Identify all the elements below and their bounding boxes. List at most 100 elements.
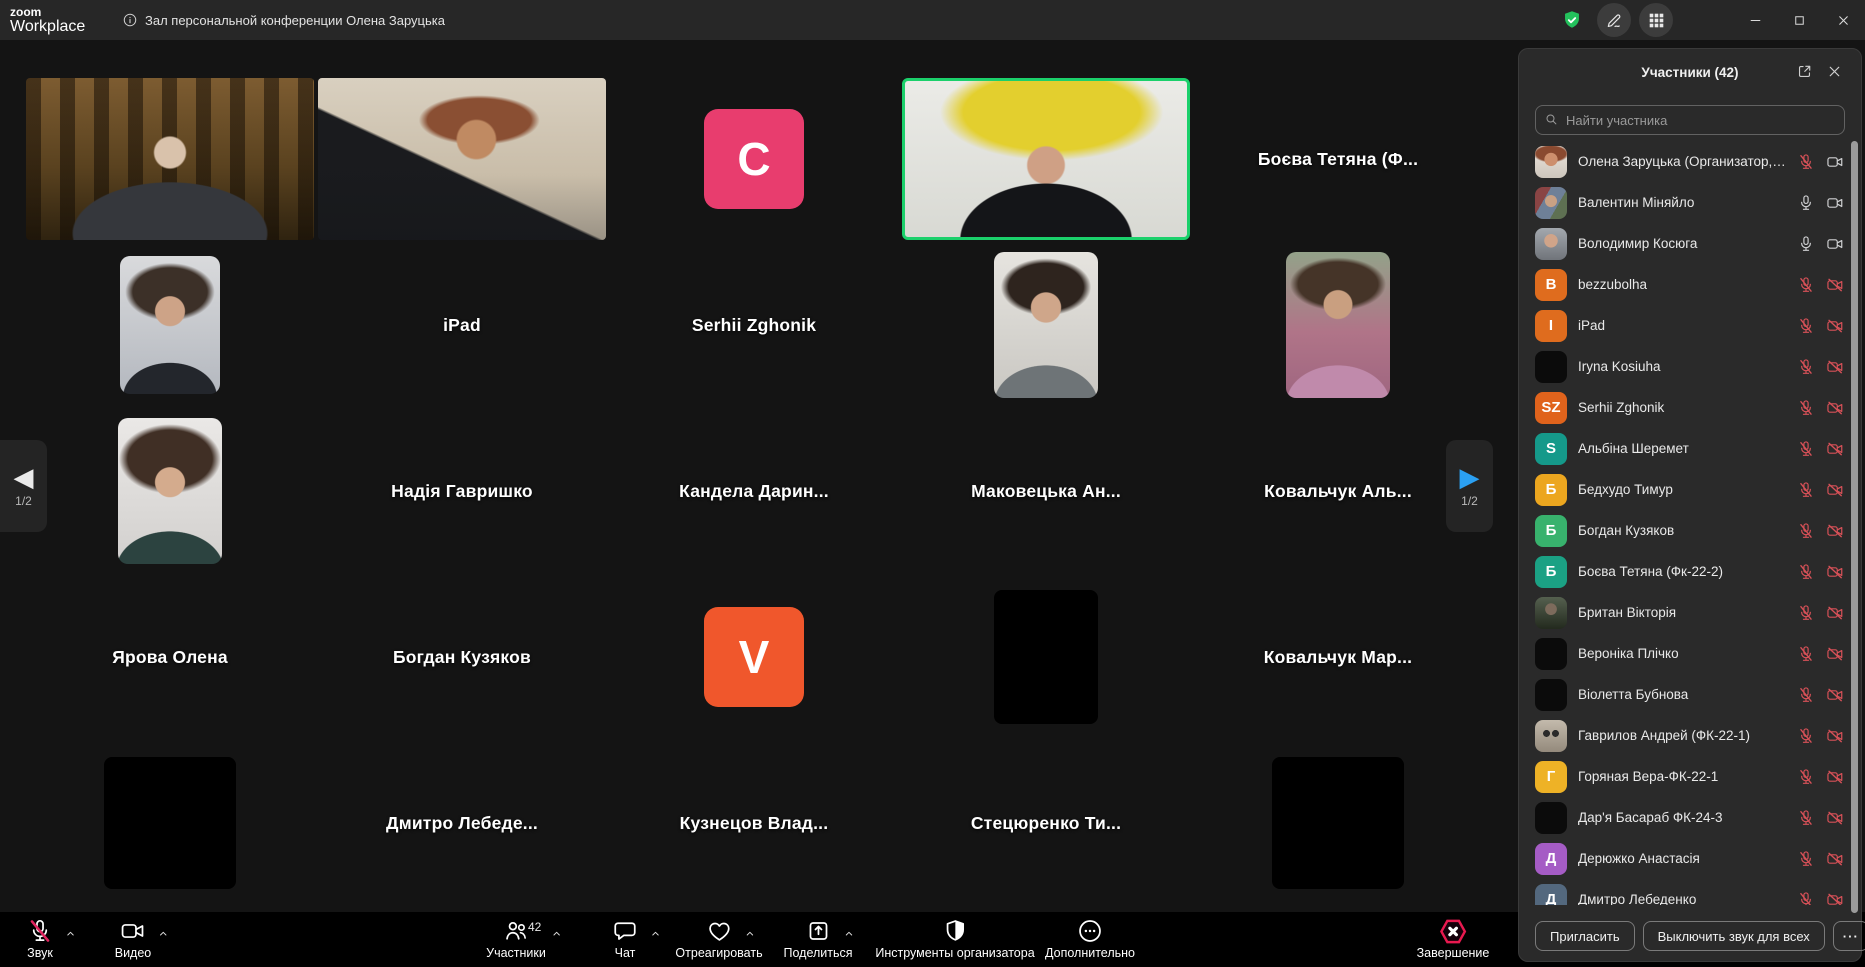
video-tile[interactable] (902, 244, 1190, 406)
participant-row[interactable]: Б Боєва Тетяна (Фк-22-2) (1519, 551, 1851, 592)
video-tile[interactable]: Ярова Олена (26, 576, 314, 738)
camera-status-icon (1825, 603, 1845, 623)
minimize-button[interactable] (1733, 0, 1777, 40)
logo-workplace: Workplace (10, 19, 85, 35)
participant-row[interactable]: Д Дерюжко Анастасія (1519, 838, 1851, 879)
video-tile[interactable]: V (610, 576, 898, 738)
video-tile[interactable]: Богдан Кузяков (318, 576, 606, 738)
participant-row[interactable]: Британ Вікторія (1519, 592, 1851, 633)
mic-status-icon (1796, 398, 1816, 418)
participant-row[interactable]: Гаврилов Андрей (ФК-22-1) (1519, 715, 1851, 756)
video-tile[interactable]: Кузнецов Влад... (610, 742, 898, 904)
maximize-button[interactable] (1777, 0, 1821, 40)
panel-scrollbar[interactable] (1851, 141, 1858, 913)
participant-row[interactable]: Iryna Kosiuha (1519, 346, 1851, 387)
profile-photo (118, 418, 222, 564)
video-tile[interactable]: Боєва Тетяна (Ф... (1194, 78, 1482, 240)
participants-icon (503, 918, 529, 944)
video-tile[interactable]: Serhii Zghonik (610, 244, 898, 406)
react-button[interactable]: Отреагировать (675, 917, 762, 960)
video-tile[interactable]: iPad (318, 244, 606, 406)
next-page-button[interactable]: ▶ 1/2 (1446, 440, 1493, 532)
participant-row[interactable]: Олена Заруцька (Организатор, я) (1519, 141, 1851, 182)
camera-status-icon (1825, 357, 1845, 377)
previous-page-button[interactable]: ◀ 1/2 (0, 440, 47, 532)
participants-button[interactable]: 42 Участники (486, 917, 546, 960)
participants-panel-title: Участники (42) (1641, 65, 1738, 80)
avatar (1535, 146, 1567, 178)
page-indicator: 1/2 (15, 494, 32, 508)
video-tile[interactable]: Кандела Дарин... (610, 410, 898, 572)
react-options-chevron[interactable] (743, 927, 756, 940)
participant-name-label: Кузнецов Влад... (680, 813, 829, 834)
participant-row[interactable]: Г Горяная Вера-ФК-22-1 (1519, 756, 1851, 797)
invite-button[interactable]: Пригласить (1535, 921, 1635, 951)
security-shield-icon[interactable] (1555, 3, 1589, 37)
avatar (1535, 351, 1567, 383)
participant-row[interactable]: SZ Serhii Zghonik (1519, 387, 1851, 428)
audio-options-chevron[interactable] (64, 927, 77, 940)
video-tile-active-speaker[interactable] (902, 78, 1190, 240)
participants-panel: Участники (42) Олена Заруцька (Организат… (1518, 48, 1862, 962)
mute-all-button[interactable]: Выключить звук для всех (1643, 921, 1825, 951)
video-tile[interactable]: C (610, 78, 898, 240)
video-tile[interactable] (318, 78, 606, 240)
video-tile[interactable] (26, 244, 314, 406)
participants-options-chevron[interactable] (550, 927, 563, 940)
participant-name-label: Ярова Олена (112, 647, 228, 668)
video-tile[interactable]: Маковецька Ан... (902, 410, 1190, 572)
participant-row[interactable]: Дар'я Басараб ФК-24-3 (1519, 797, 1851, 838)
host-tools-button[interactable]: Инструменты организатора (875, 917, 1034, 960)
video-tile[interactable] (26, 78, 314, 240)
participant-row[interactable]: B bezzubolha (1519, 264, 1851, 305)
video-tile[interactable] (1194, 244, 1482, 406)
close-panel-icon[interactable] (1826, 63, 1843, 80)
video-tile[interactable]: Надія Гавришко (318, 410, 606, 572)
info-icon[interactable] (122, 12, 138, 28)
video-tile[interactable]: Ковальчук Мар... (1194, 576, 1482, 738)
participant-name-label: Богдан Кузяков (393, 647, 531, 668)
participant-row[interactable]: Валентин Міняйло (1519, 182, 1851, 223)
camera-status-icon (1825, 480, 1845, 500)
search-participant-input[interactable] (1535, 105, 1845, 135)
participant-row[interactable]: I iPad (1519, 305, 1851, 346)
close-window-button[interactable] (1821, 0, 1865, 40)
video-tile[interactable]: Ковальчук Аль... (1194, 410, 1482, 572)
annotate-pencil-icon[interactable] (1597, 3, 1631, 37)
mic-status-icon (1796, 726, 1816, 746)
participant-row[interactable]: Б Богдан Кузяков (1519, 510, 1851, 551)
share-options-chevron[interactable] (842, 927, 855, 940)
page-indicator: 1/2 (1461, 494, 1478, 508)
popout-panel-icon[interactable] (1796, 63, 1813, 80)
participant-row[interactable]: S Альбіна Шеремет (1519, 428, 1851, 469)
video-tile[interactable] (26, 410, 314, 572)
more-button[interactable]: Дополнительно (1045, 917, 1135, 960)
video-tile[interactable] (26, 742, 314, 904)
video-tile[interactable] (902, 576, 1190, 738)
audio-button[interactable]: Звук (27, 917, 53, 960)
video-tile[interactable]: Стецюренко Ти... (902, 742, 1190, 904)
video-feed (26, 78, 314, 240)
participant-row[interactable]: Володимир Косюга (1519, 223, 1851, 264)
participant-row[interactable]: Д Дмитро Лебеденко (1519, 879, 1851, 905)
end-call-icon (1438, 917, 1467, 946)
video-button[interactable]: Видео (115, 917, 152, 960)
share-screen-icon (805, 918, 831, 944)
participant-row[interactable]: Вероніка Плічко (1519, 633, 1851, 674)
share-button[interactable]: Поделиться (783, 917, 852, 960)
panel-more-button[interactable]: ··· (1833, 921, 1865, 951)
camera-status-icon (1825, 193, 1845, 213)
video-tile[interactable] (1194, 742, 1482, 904)
chat-options-chevron[interactable] (649, 927, 662, 940)
video-tile[interactable]: Дмитро Лебеде... (318, 742, 606, 904)
participant-name: Дар'я Басараб ФК-24-3 (1578, 810, 1787, 825)
video-options-chevron[interactable] (157, 927, 170, 940)
mic-status-icon (1796, 193, 1816, 213)
chat-button[interactable]: Чат (612, 917, 638, 960)
participant-row[interactable]: Віолетта Бубнова (1519, 674, 1851, 715)
window-titlebar: zoom Workplace Зал персональной конферен… (0, 0, 1865, 40)
gallery-view-icon[interactable] (1639, 3, 1673, 37)
video-feed (902, 78, 1190, 240)
participant-row[interactable]: Б Бедхудо Тимур (1519, 469, 1851, 510)
end-meeting-button[interactable]: Завершение (1417, 917, 1490, 960)
